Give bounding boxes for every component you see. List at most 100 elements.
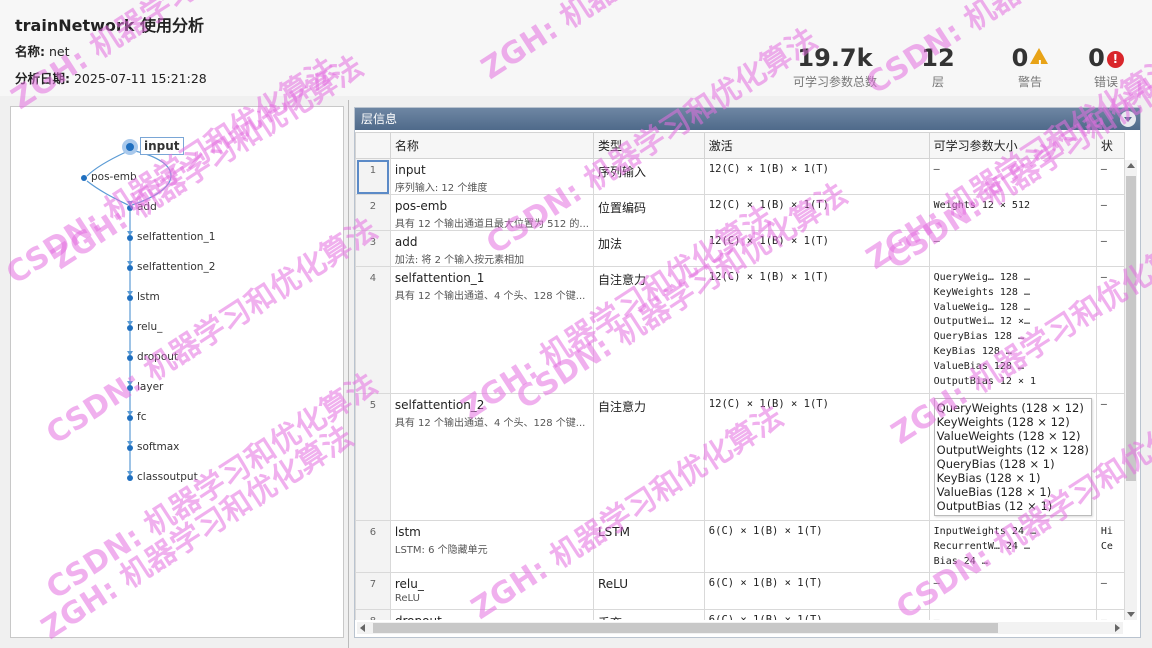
vertical-scroll-thumb[interactable] xyxy=(1126,176,1136,481)
scroll-left-icon[interactable] xyxy=(360,624,365,632)
layer-activations: 12(C) × 1(B) × 1(T) xyxy=(708,199,829,211)
graph-node-label[interactable]: lstm xyxy=(137,291,160,303)
graph-node-softmax[interactable] xyxy=(127,445,133,451)
table-row[interactable]: 3 add 加法: 将 2 个输入按元素相加 加法 12(C) × 1(B) × 1(T… xyxy=(355,230,1125,267)
network-graph[interactable] xyxy=(11,107,345,639)
layer-name: lstm xyxy=(394,525,421,539)
column-header-2[interactable]: 类型 xyxy=(592,132,705,159)
learnable-param: – xyxy=(934,614,1092,620)
table-cell: 1 xyxy=(355,158,391,195)
table-cell: Hi Ce xyxy=(1095,520,1125,573)
scroll-right-icon[interactable] xyxy=(1115,624,1120,632)
table-row[interactable]: 5 selfattention_2 具有 12 个输出通道、4 个头、128 个键.… xyxy=(355,393,1125,521)
table-cell: – xyxy=(1095,266,1125,394)
graph-node-classoutput[interactable] xyxy=(127,475,133,481)
layer-type: 自注意力 xyxy=(597,273,646,287)
learnable-param: KeyBias 128 … xyxy=(933,345,1012,357)
table-cell: 位置编码 xyxy=(592,194,705,231)
graph-node-lstm[interactable] xyxy=(127,295,133,301)
errors-count: 0 xyxy=(1088,44,1105,72)
stat-warnings[interactable]: 0 警告 xyxy=(1002,44,1058,90)
table-cell: 12(C) × 1(B) × 1(T) xyxy=(703,266,930,394)
graph-node-dropout[interactable] xyxy=(127,355,133,361)
layer-description: ReLU xyxy=(394,593,420,604)
learnable-param: QueryWeights (128 × 12) xyxy=(936,401,1084,415)
graph-node-selfattention_1[interactable] xyxy=(127,235,133,241)
column-header-3[interactable]: 激活 xyxy=(703,132,930,159)
table-cell: Weights 12 × 512 xyxy=(928,194,1097,231)
learnable-param: – xyxy=(933,164,940,175)
vertical-scrollbar[interactable] xyxy=(1125,160,1137,620)
state-value: Ce xyxy=(1100,540,1113,552)
layer-name: relu_ xyxy=(394,577,424,591)
table-cell: 12(C) × 1(B) × 1(T) xyxy=(703,230,930,267)
graph-node-pos-emb[interactable] xyxy=(81,175,87,181)
learnable-param: Bias 24 … xyxy=(933,555,988,567)
layer-name: selfattention_2 xyxy=(394,398,485,412)
graph-node-label[interactable]: input xyxy=(140,137,184,155)
learnable-param: – xyxy=(933,236,940,247)
horizontal-scrollbar[interactable] xyxy=(357,622,1123,634)
table-cell: 6(C) × 1(B) × 1(T) xyxy=(703,520,930,573)
graph-node-relu_[interactable] xyxy=(127,325,133,331)
scroll-up-icon[interactable] xyxy=(1127,163,1135,168)
graph-node-selfattention_2[interactable] xyxy=(127,265,133,271)
table-row[interactable]: 6 lstm LSTM: 6 个隐藏单元 LSTM 6(C) × 1(B) × 1(T)… xyxy=(355,520,1125,573)
stat-layers: 12 层 xyxy=(916,44,960,90)
layer-type: 位置编码 xyxy=(597,201,646,215)
layer-name: pos-emb xyxy=(394,199,448,213)
graph-node-input[interactable] xyxy=(126,143,134,151)
table-row[interactable]: 2 pos-emb 具有 12 个输出通道且最大位置为 512 的... 位置编码 12… xyxy=(355,194,1125,231)
edge-posemb-add xyxy=(86,180,129,206)
graph-node-label[interactable]: classoutput xyxy=(137,471,198,483)
graph-node-label[interactable]: selfattention_1 xyxy=(137,231,215,243)
state-value: – xyxy=(1101,614,1120,620)
table-row[interactable]: 8 dropout 丢弃 6(C) × 1(B) × 1(T) – – xyxy=(355,609,1125,620)
row-index: 7 xyxy=(369,579,377,590)
table-cell: 7 xyxy=(355,572,391,610)
table-cell: ReLU xyxy=(592,572,705,610)
table-row[interactable]: 1 input 序列输入: 12 个维度 序列输入 12(C) × 1(B) × 1(T… xyxy=(355,158,1125,195)
table-cell: lstm LSTM: 6 个隐藏单元 xyxy=(389,520,594,573)
layer-activations: 6(C) × 1(B) × 1(T) xyxy=(708,525,823,537)
layer-activations: 12(C) × 1(B) × 1(T) xyxy=(708,398,829,410)
state-value: – xyxy=(1100,578,1107,589)
column-header-5[interactable]: 状 xyxy=(1095,132,1125,159)
column-header-0[interactable] xyxy=(355,132,391,159)
graph-node-label[interactable]: layer xyxy=(137,381,163,393)
panel-splitter[interactable] xyxy=(348,100,349,648)
table-cell: 加法 xyxy=(592,230,705,267)
graph-node-label[interactable]: pos-emb xyxy=(91,171,137,183)
layer-name: dropout xyxy=(395,614,589,620)
network-graph-panel[interactable]: input pos-emb add selfattention_1 selfattent… xyxy=(10,106,344,638)
table-cell: InputWeights 24 … RecurrentW… 24 … Bias 24… xyxy=(928,520,1097,573)
graph-node-label[interactable]: selfattention_2 xyxy=(137,261,215,273)
stat-learnables: 19.7k 可学习参数总数 xyxy=(790,44,880,90)
table-cell: pos-emb 具有 12 个输出通道且最大位置为 512 的... xyxy=(389,194,594,231)
graph-node-add[interactable] xyxy=(127,205,133,211)
graph-node-label[interactable]: fc xyxy=(137,411,146,423)
graph-node-label[interactable]: add xyxy=(137,201,157,213)
table-row[interactable]: 7 relu_ ReLU ReLU 6(C) × 1(B) × 1(T) – – xyxy=(355,572,1125,610)
learnables-label: 可学习参数总数 xyxy=(792,75,877,89)
table-cell: 6 xyxy=(355,520,391,573)
edge-input-add xyxy=(131,150,172,206)
graph-node-layer[interactable] xyxy=(127,385,133,391)
table-row[interactable]: 4 selfattention_1 具有 12 个输出通道、4 个头、128 个键.… xyxy=(355,266,1125,394)
horizontal-scroll-thumb[interactable] xyxy=(373,623,998,633)
row-index: 3 xyxy=(369,237,377,248)
learnable-param: KeyWeights (128 × 12) xyxy=(936,415,1070,429)
layer-description: LSTM: 6 个隐藏单元 xyxy=(394,545,488,556)
column-header-4[interactable]: 可学习参数大小 xyxy=(928,132,1097,159)
graph-node-fc[interactable] xyxy=(127,415,133,421)
graph-node-label[interactable]: softmax xyxy=(137,441,179,453)
graph-node-label[interactable]: relu_ xyxy=(137,321,162,333)
scroll-down-icon[interactable] xyxy=(1127,612,1135,617)
graph-node-label[interactable]: dropout xyxy=(137,351,178,363)
row-index: 6 xyxy=(369,527,377,538)
stat-errors[interactable]: 0! 错误 xyxy=(1078,44,1134,90)
column-header-1[interactable]: 名称 xyxy=(389,132,594,159)
collapse-icon[interactable] xyxy=(1120,111,1136,127)
layer-type: LSTM xyxy=(597,525,630,539)
state-value: – xyxy=(1100,399,1107,410)
